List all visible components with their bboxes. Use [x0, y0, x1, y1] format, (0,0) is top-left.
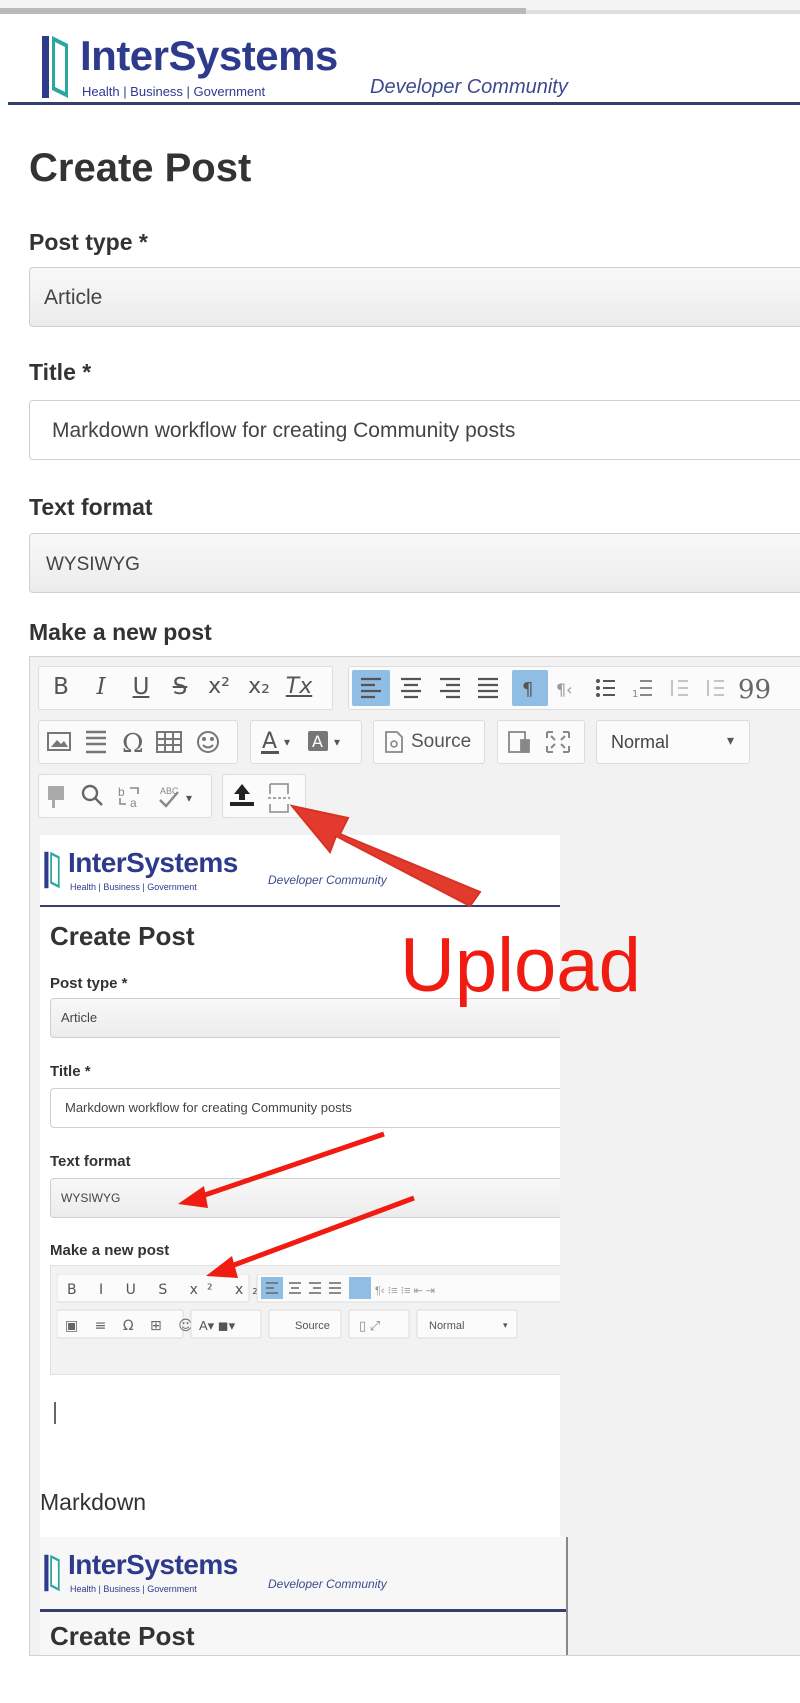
upload-arrow-icon	[289, 804, 482, 908]
upload-annotation-label: Upload	[400, 923, 641, 1008]
editor-arrow-icon	[206, 1195, 415, 1278]
text-format-arrow-icon	[178, 1131, 385, 1208]
annotation-arrows	[178, 804, 482, 1278]
